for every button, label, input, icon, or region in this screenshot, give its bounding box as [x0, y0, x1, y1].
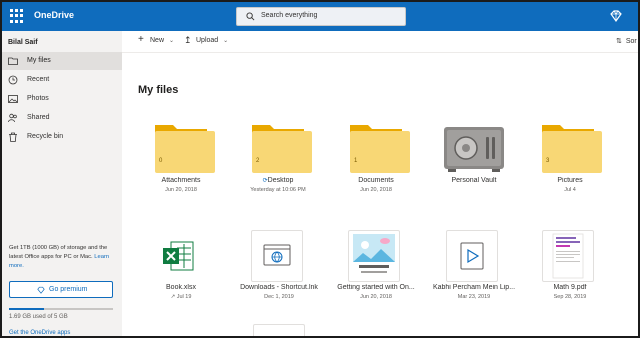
sidebar-item-label: Recent [27, 76, 50, 83]
folder-tile-personal-vault[interactable]: Personal Vault [426, 123, 522, 203]
file-date: Sep 28, 2019 [553, 294, 587, 300]
new-button[interactable]: + New ⌄ [138, 34, 174, 45]
chevron-down-icon: ⌄ [223, 38, 229, 44]
folder-date: Yesterday at 10:06 PM [250, 187, 306, 193]
sort-icon: ⇅ [616, 38, 622, 45]
search-box[interactable]: Search everything [236, 7, 406, 26]
search-placeholder: Search everything [261, 12, 318, 19]
folder-item-count: 3 [546, 158, 550, 164]
file-tile-partial[interactable] [253, 324, 305, 336]
folder-name: Documents [358, 177, 394, 184]
storage-upsell-text: Get 1TB (1000 GB) of storage and the lat… [9, 244, 119, 271]
file-name: Getting started with On... [337, 284, 415, 291]
diamond-icon[interactable] [608, 8, 624, 24]
go-premium-label: Go premium [49, 286, 88, 293]
folder-name: Personal Vault [451, 177, 497, 184]
folder-date: Jun 20, 2018 [360, 187, 392, 193]
folder-name: ⟳Desktop [230, 177, 326, 184]
top-bar: OneDrive Search everything [2, 2, 638, 31]
pdf-preview-icon [552, 233, 584, 279]
file-date: Mar 23, 2019 [457, 294, 491, 300]
command-bar: + New ⌄ ↥ Upload ⌄ ⇅ Sor [122, 31, 638, 53]
sidebar-item-recent[interactable]: Recent [2, 71, 122, 89]
file-thumbnail [348, 230, 400, 282]
folder-tile-documents[interactable]: 1 Documents Jun 20, 2018 [328, 123, 424, 203]
people-icon [8, 113, 17, 123]
folder-icon [350, 125, 410, 173]
folder-name-text: Desktop [267, 177, 294, 184]
upload-label: Upload [196, 37, 219, 44]
sidebar: Bilal Saif My files Recent Photos Shared… [2, 31, 122, 336]
upload-icon: ↥ [184, 35, 192, 45]
folder-icon [8, 57, 18, 65]
folder-item-count: 0 [159, 158, 163, 164]
app-launcher-icon[interactable] [10, 9, 24, 23]
file-date: ↗ Jul 19 [133, 294, 229, 300]
file-date: Dec 1, 2019 [264, 294, 294, 300]
onedrive-window: OneDrive Search everything Bilal Saif My… [0, 0, 640, 338]
excel-icon [163, 241, 194, 271]
search-icon [246, 12, 255, 21]
sidebar-item-label: Shared [27, 114, 50, 121]
folder-name: Attachments [161, 177, 201, 184]
sidebar-item-recycle-bin[interactable]: Recycle bin [2, 128, 122, 146]
file-name: Math 9.pdf [553, 284, 587, 291]
document-preview-icon [353, 234, 395, 273]
upload-button[interactable]: ↥ Upload ⌄ [184, 35, 229, 45]
file-date-text: Jul 19 [176, 294, 192, 300]
page-title: My files [138, 84, 179, 96]
new-label: New [150, 37, 165, 44]
storage-offer: Get 1TB (1000 GB) of storage and the lat… [9, 245, 108, 260]
storage-bar [9, 308, 113, 310]
sort-button[interactable]: ⇅ Sor [616, 37, 637, 45]
file-tile-math-pdf[interactable]: Math 9.pdf Sep 28, 2019 [522, 230, 618, 310]
storage-used-text[interactable]: 1.69 GB used of 5 GB [9, 314, 68, 320]
file-thumbnail [251, 230, 303, 282]
file-tile-kabhi-percham[interactable]: Kabhi Percham Mein Lip... Mar 23, 2019 [426, 230, 522, 310]
folder-item-count: 2 [256, 158, 260, 164]
vault-icon [444, 127, 504, 172]
sidebar-item-photos[interactable]: Photos [2, 90, 122, 108]
trash-icon [9, 132, 17, 142]
sidebar-item-label: Photos [27, 95, 49, 102]
user-name: Bilal Saif [8, 39, 38, 46]
file-tile-downloads-shortcut[interactable]: Downloads - Shortcut.lnk Dec 1, 2019 [231, 230, 327, 310]
file-name: Book.xlsx [166, 284, 196, 291]
folder-item-count: 1 [354, 158, 358, 164]
file-date: Jun 20, 2018 [360, 294, 392, 300]
folder-tile-attachments[interactable]: 0 Attachments Jun 20, 2018 [133, 123, 229, 203]
folder-icon [542, 125, 602, 173]
plus-icon: + [138, 34, 144, 45]
app-name[interactable]: OneDrive [34, 10, 74, 20]
video-play-icon [460, 242, 484, 270]
sidebar-item-label: My files [27, 57, 51, 64]
get-apps-link[interactable]: Get the OneDrive apps [9, 330, 70, 336]
sort-label: Sor [625, 38, 637, 45]
file-thumbnail [153, 230, 205, 282]
clock-icon [8, 75, 18, 85]
file-name: Downloads - Shortcut.lnk [240, 284, 318, 291]
folder-tile-pictures[interactable]: 3 Pictures Jul 4 [522, 123, 618, 203]
globe-shortcut-icon [263, 244, 291, 266]
folder-icon [155, 125, 215, 173]
sidebar-item-label: Recycle bin [27, 133, 64, 140]
file-thumbnail [446, 230, 498, 282]
file-tile-getting-started[interactable]: Getting started with On... Jun 20, 2018 [328, 230, 424, 310]
folder-name: Pictures [557, 177, 583, 184]
folder-date: Jul 4 [564, 187, 576, 193]
sidebar-item-my-files[interactable]: My files [2, 52, 122, 70]
go-premium-button[interactable]: Go premium [9, 281, 113, 298]
file-thumbnail [542, 230, 594, 282]
storage-bar-fill [9, 308, 45, 310]
photo-icon [8, 95, 18, 103]
diamond-icon [37, 286, 45, 294]
file-name: Kabhi Percham Mein Lip... [432, 284, 516, 291]
sidebar-item-shared[interactable]: Shared [2, 109, 122, 127]
folder-tile-desktop[interactable]: 2 ⟳Desktop Yesterday at 10:06 PM [230, 123, 326, 203]
folder-date: Jun 20, 2018 [165, 187, 197, 193]
file-tile-book-xlsx[interactable]: Book.xlsx ↗ Jul 19 [133, 230, 229, 310]
folder-icon [252, 125, 312, 173]
chevron-down-icon: ⌄ [168, 38, 174, 44]
